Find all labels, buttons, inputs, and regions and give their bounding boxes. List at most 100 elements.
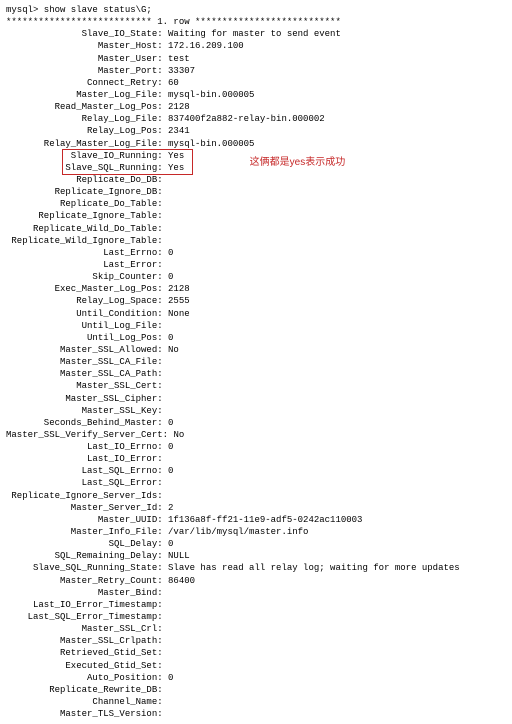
- status-label: Last_Errno:: [6, 248, 168, 258]
- status-value: 0: [168, 272, 173, 282]
- status-label: Replicate_Wild_Do_Table:: [6, 224, 168, 234]
- status-label: Last_IO_Error_Timestamp:: [6, 600, 168, 610]
- status-value: 0: [168, 418, 173, 428]
- status-label: Channel_Name:: [6, 697, 168, 707]
- status-label: Slave_IO_State:: [6, 29, 168, 39]
- status-line: Read_Master_Log_Pos: 2128: [6, 101, 506, 113]
- status-line: Master_Info_File: /var/lib/mysql/master.…: [6, 526, 506, 538]
- status-value: 2555: [168, 296, 190, 306]
- status-label: Auto_Position:: [6, 673, 168, 683]
- status-value: 0: [168, 442, 173, 452]
- status-line: Last_IO_Errno: 0: [6, 441, 506, 453]
- status-line: Replicate_Ignore_DB:: [6, 186, 506, 198]
- status-label: Retrieved_Gtid_Set:: [6, 648, 168, 658]
- status-line: Relay_Log_Space: 2555: [6, 295, 506, 307]
- status-value: NULL: [168, 551, 190, 561]
- status-label: Last_SQL_Error:: [6, 478, 168, 488]
- status-label: Master_SSL_Cert:: [6, 381, 168, 391]
- status-line: Exec_Master_Log_Pos: 2128: [6, 283, 506, 295]
- status-line: Master_User: test: [6, 53, 506, 65]
- terminal-output: mysql> show slave status\G; ************…: [6, 4, 506, 720]
- status-line: Auto_Position: 0: [6, 672, 506, 684]
- status-label: Master_SSL_Allowed:: [6, 345, 168, 355]
- status-value: 33307: [168, 66, 195, 76]
- status-label: Last_Error:: [6, 260, 168, 270]
- status-line: Master_SSL_Key:: [6, 405, 506, 417]
- status-value: Yes: [168, 151, 184, 161]
- status-value: 2128: [168, 102, 190, 112]
- status-line: Master_Server_Id: 2: [6, 502, 506, 514]
- status-label: Master_SSL_CA_File:: [6, 357, 168, 367]
- status-line: Last_IO_Error_Timestamp:: [6, 599, 506, 611]
- status-line: Master_Retry_Count: 86400: [6, 575, 506, 587]
- status-line: Slave_SQL_Running_State: Slave has read …: [6, 562, 506, 574]
- annotation-text: 这俩都是yes表示成功: [250, 156, 346, 170]
- status-value: mysql-bin.000005: [168, 139, 254, 149]
- status-line: Replicate_Rewrite_DB:: [6, 684, 506, 696]
- status-label: SQL_Delay:: [6, 539, 168, 549]
- status-line: Last_SQL_Errno: 0: [6, 465, 506, 477]
- status-label: Master_SSL_Cipher:: [6, 394, 168, 404]
- status-line: Master_SSL_CA_File:: [6, 356, 506, 368]
- status-line: Last_IO_Error:: [6, 453, 506, 465]
- status-value: No: [173, 430, 184, 440]
- status-line: Last_Error:: [6, 259, 506, 271]
- status-label: Read_Master_Log_Pos:: [6, 102, 168, 112]
- status-line: Master_Log_File: mysql-bin.000005: [6, 89, 506, 101]
- status-label: Master_UUID:: [6, 515, 168, 525]
- status-label: Replicate_Wild_Ignore_Table:: [6, 236, 168, 246]
- status-line: Master_SSL_Cert:: [6, 380, 506, 392]
- status-label: Replicate_Rewrite_DB:: [6, 685, 168, 695]
- status-value: 0: [168, 539, 173, 549]
- status-line: Replicate_Ignore_Table:: [6, 210, 506, 222]
- status-label: Master_Log_File:: [6, 90, 168, 100]
- status-line: Master_SSL_CA_Path:: [6, 368, 506, 380]
- status-line: Replicate_Ignore_Server_Ids:: [6, 490, 506, 502]
- status-label: Master_SSL_Crl:: [6, 624, 168, 634]
- row-separator: *************************** 1. row *****…: [6, 16, 506, 28]
- status-label: Slave_SQL_Running:: [6, 163, 168, 173]
- status-label: Relay_Log_Space:: [6, 296, 168, 306]
- status-label: Master_SSL_Crlpath:: [6, 636, 168, 646]
- status-label: Slave_SQL_Running_State:: [6, 563, 168, 573]
- status-label: Master_Bind:: [6, 588, 168, 598]
- status-line: Seconds_Behind_Master: 0: [6, 417, 506, 429]
- status-line: Master_SSL_Crl:: [6, 623, 506, 635]
- status-line: Master_SSL_Verify_Server_Cert: No: [6, 429, 506, 441]
- status-label: Last_SQL_Error_Timestamp:: [6, 612, 168, 622]
- status-value: 0: [168, 466, 173, 476]
- status-label: Relay_Log_File:: [6, 114, 168, 124]
- status-label: Master_SSL_CA_Path:: [6, 369, 168, 379]
- status-value: 172.16.209.100: [168, 41, 244, 51]
- status-value: Slave has read all relay log; waiting fo…: [168, 563, 460, 573]
- status-line: Replicate_Wild_Do_Table:: [6, 223, 506, 235]
- status-label: Master_SSL_Verify_Server_Cert:: [6, 430, 173, 440]
- status-label: Master_Info_File:: [6, 527, 168, 537]
- status-line: Relay_Log_Pos: 2341: [6, 125, 506, 137]
- status-label: Slave_IO_Running:: [6, 151, 168, 161]
- status-label: Master_Host:: [6, 41, 168, 51]
- status-line: Master_SSL_Crlpath:: [6, 635, 506, 647]
- status-label: Executed_Gtid_Set:: [6, 661, 168, 671]
- status-label: SQL_Remaining_Delay:: [6, 551, 168, 561]
- status-label: Master_User:: [6, 54, 168, 64]
- status-label: Replicate_Ignore_Table:: [6, 211, 168, 221]
- status-line: Channel_Name:: [6, 696, 506, 708]
- status-label: Last_IO_Errno:: [6, 442, 168, 452]
- mysql-prompt: mysql> show slave status\G;: [6, 4, 506, 16]
- status-value: Waiting for master to send event: [168, 29, 341, 39]
- status-line: Master_Bind:: [6, 587, 506, 599]
- status-line: Replicate_Do_DB:: [6, 174, 506, 186]
- status-label: Until_Log_Pos:: [6, 333, 168, 343]
- status-line: Master_TLS_Version:: [6, 708, 506, 720]
- status-value: 2128: [168, 284, 190, 294]
- status-value: 0: [168, 333, 173, 343]
- status-value: 837400f2a882-relay-bin.000002: [168, 114, 325, 124]
- status-label: Seconds_Behind_Master:: [6, 418, 168, 428]
- status-label: Until_Log_File:: [6, 321, 168, 331]
- status-line: Replicate_Wild_Ignore_Table:: [6, 235, 506, 247]
- status-value: test: [168, 54, 190, 64]
- status-label: Relay_Log_Pos:: [6, 126, 168, 136]
- status-line: Retrieved_Gtid_Set:: [6, 647, 506, 659]
- status-line: Slave_IO_State: Waiting for master to se…: [6, 28, 506, 40]
